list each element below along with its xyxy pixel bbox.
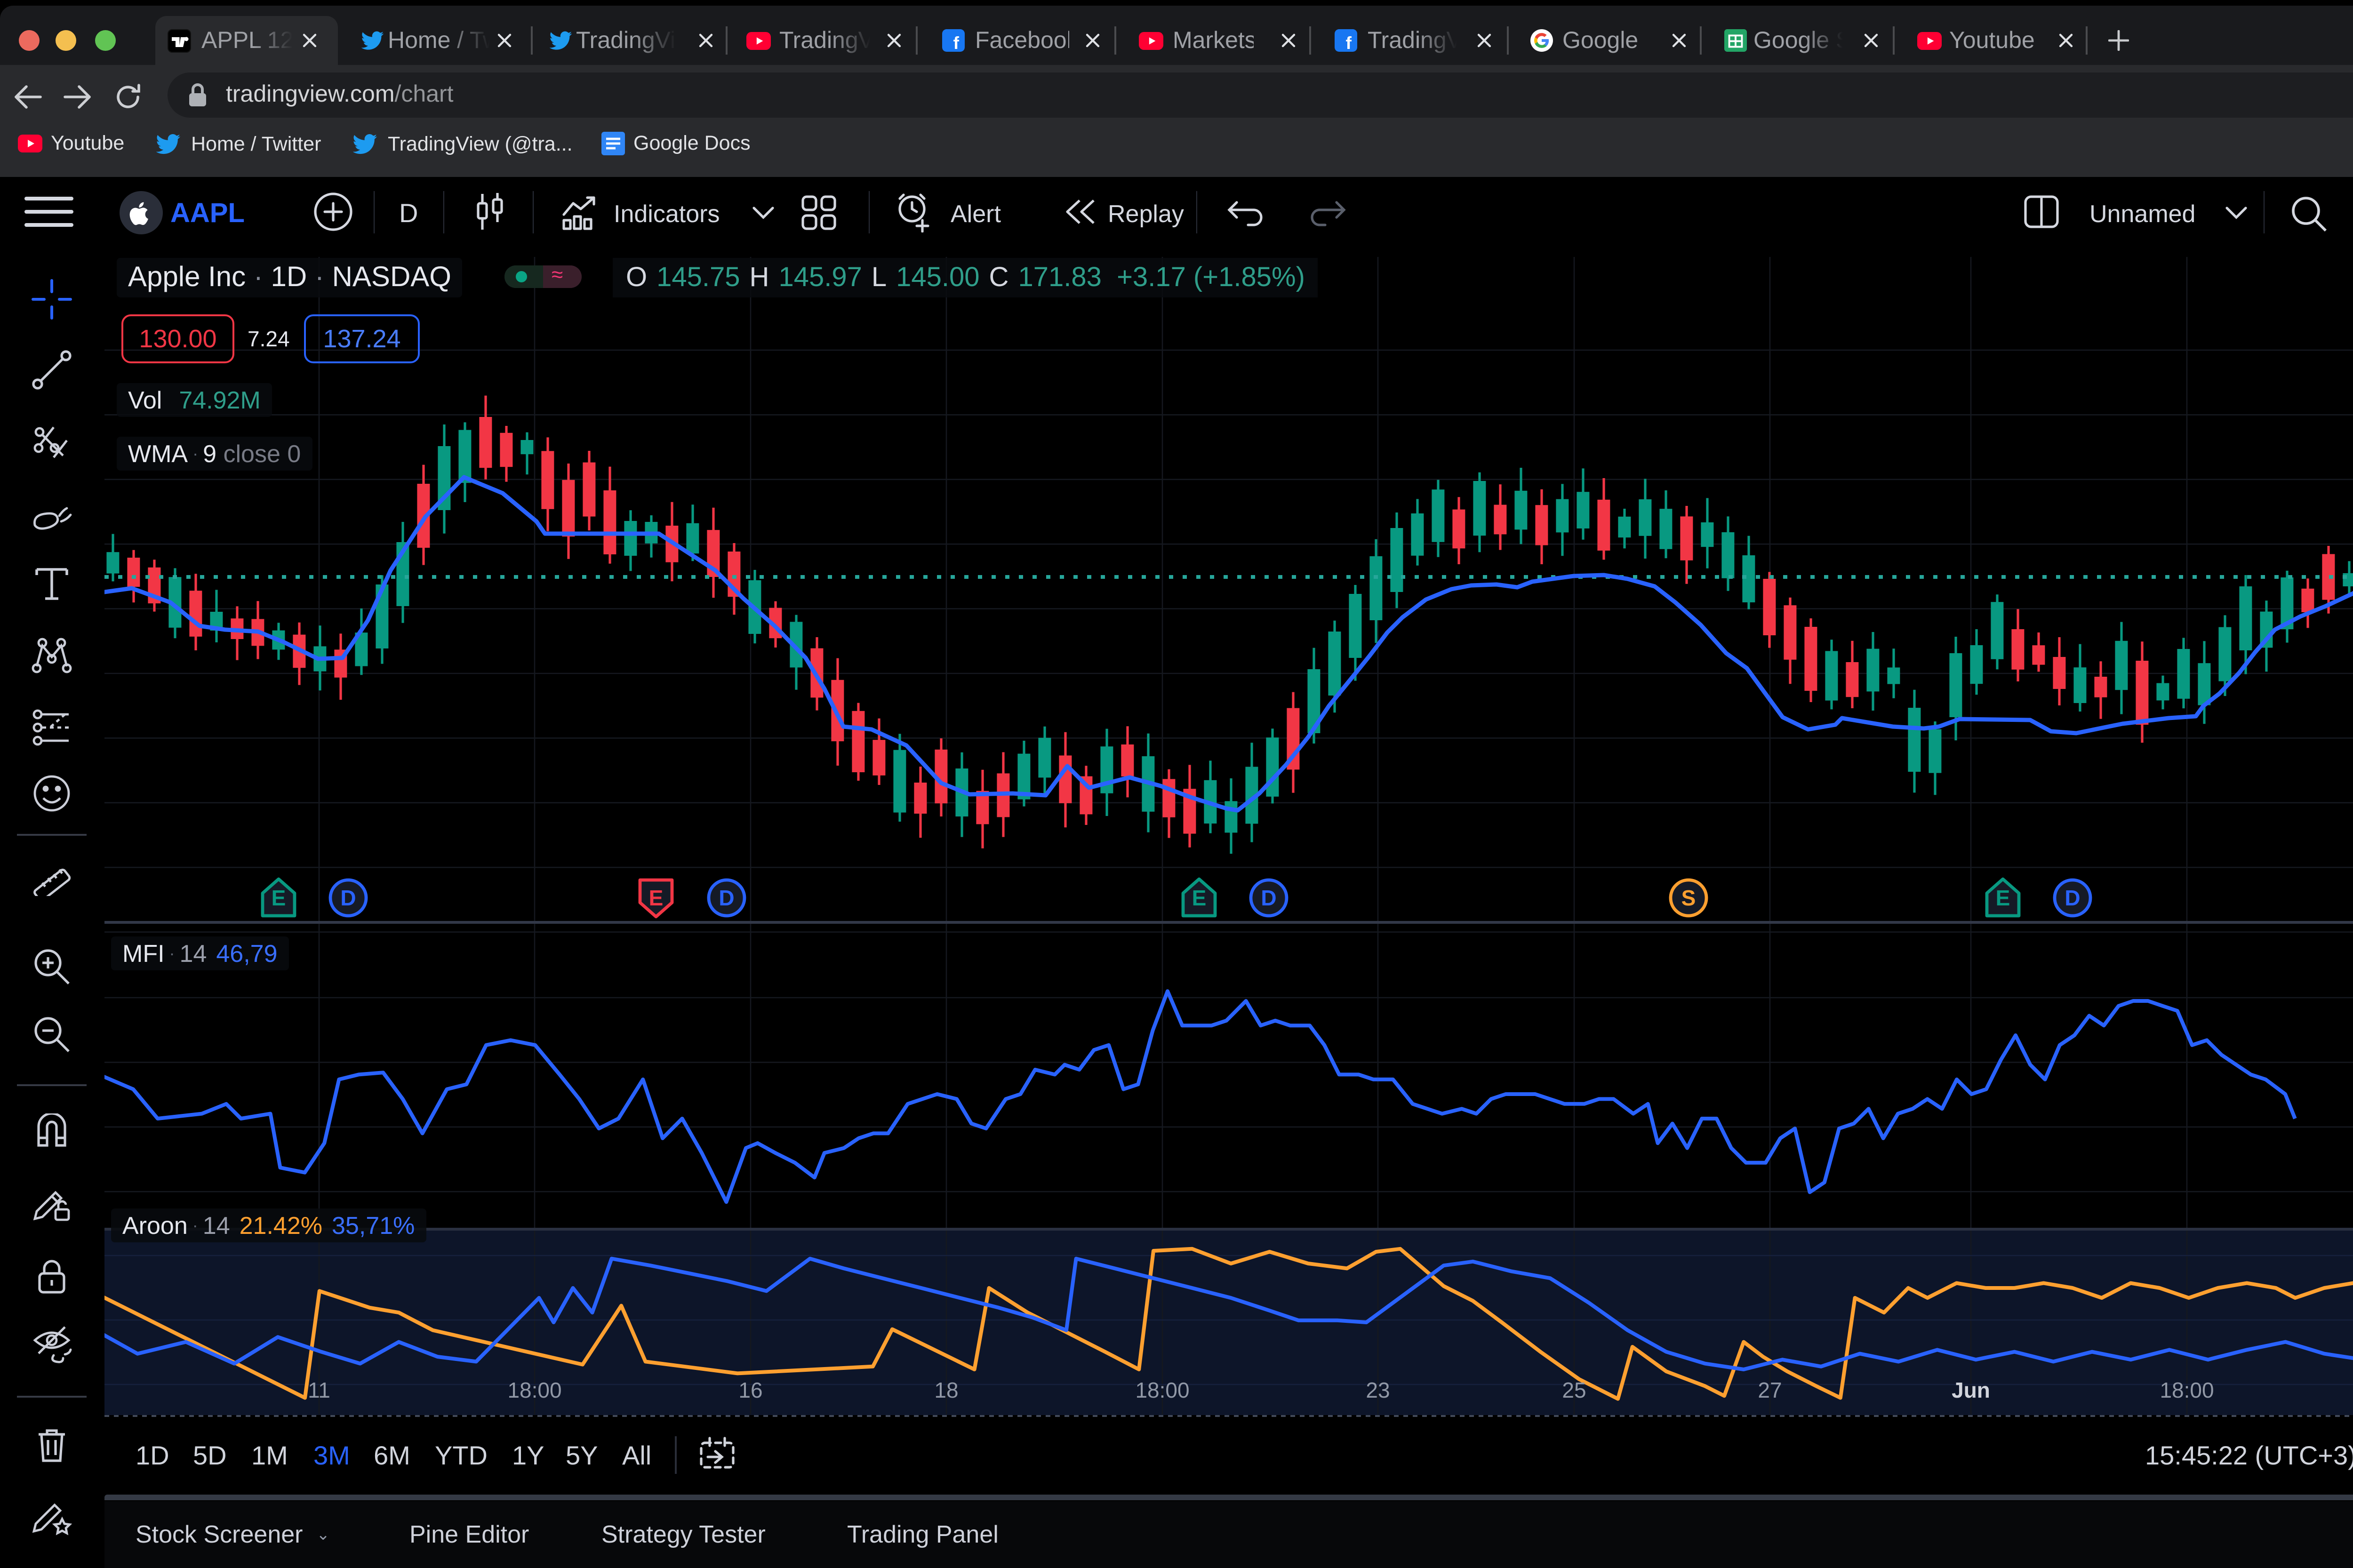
svg-text:E: E xyxy=(272,886,286,910)
svg-text:D: D xyxy=(340,886,356,910)
svg-text:E: E xyxy=(1996,886,2010,910)
svg-text:E: E xyxy=(1192,886,1207,910)
svg-text:S: S xyxy=(1681,886,1696,910)
svg-text:f: f xyxy=(1346,33,1352,52)
svg-text:E: E xyxy=(649,886,664,910)
svg-text:D: D xyxy=(2065,886,2080,910)
svg-text:D: D xyxy=(1261,886,1276,910)
svg-text:f: f xyxy=(953,33,960,52)
svg-text:D: D xyxy=(719,886,734,910)
